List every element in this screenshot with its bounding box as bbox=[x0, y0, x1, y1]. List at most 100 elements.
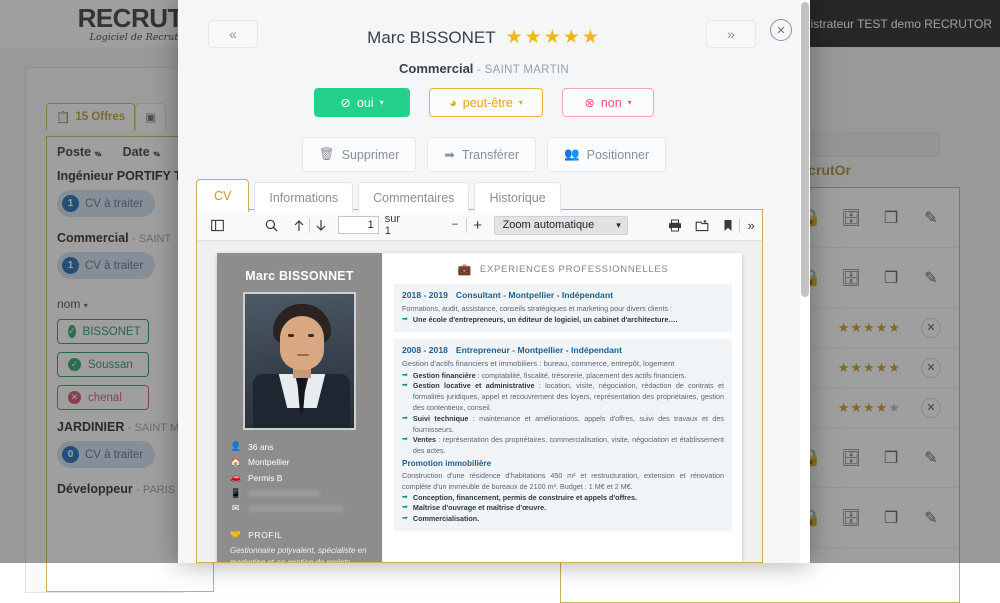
tab-commentaires[interactable]: Commentaires bbox=[358, 182, 470, 213]
phone-icon: 📱 bbox=[230, 487, 242, 498]
redacted-value bbox=[248, 505, 344, 512]
printer-icon[interactable] bbox=[664, 219, 686, 232]
page-count-label: sur 1 bbox=[384, 213, 401, 237]
chevron-down-icon: ▾ bbox=[379, 98, 384, 107]
cv-job-bullet: ➡ Ventes : représentation des propriétai… bbox=[402, 435, 724, 456]
cv-detail-city: 🏠 Montpellier bbox=[230, 456, 290, 468]
arrow-bullet-icon: ➡ bbox=[402, 515, 408, 523]
decision-peut-etre-button[interactable]: ◕ peut-être ▾ bbox=[429, 88, 543, 117]
tab-cv[interactable]: CV bbox=[196, 179, 250, 212]
chevron-down-icon: ▾ bbox=[518, 98, 523, 107]
home-icon: 🏠 bbox=[230, 456, 242, 467]
modal-scrollbar-thumb[interactable] bbox=[801, 2, 809, 297]
decision-peut-etre-label: peut-être bbox=[462, 95, 513, 110]
cv-job-entry: 2008 - 2018 Entrepreneur - Montpellier - … bbox=[394, 338, 732, 531]
arrow-bullet-icon: ➡ bbox=[402, 414, 408, 422]
cv-left-column: Marc BISSONNET 👤 36 ans 🏠 Montpellier 🚗 … bbox=[217, 253, 382, 562]
decision-non-button[interactable]: ⊗ non ▾ bbox=[562, 88, 654, 117]
tab-informations[interactable]: Informations bbox=[254, 182, 354, 213]
cv-detail-licence: 🚗 Permis B bbox=[230, 472, 283, 483]
zoom-in-button[interactable]: + bbox=[467, 217, 489, 234]
supprimer-button[interactable]: 🗑 Supprimer bbox=[301, 137, 417, 172]
tab-historique[interactable]: Historique bbox=[474, 182, 561, 213]
pdf-scrollbar[interactable] bbox=[753, 241, 762, 562]
cv-job-bullet: ➡ Une école d'entrepreneurs, un éditeur … bbox=[402, 314, 678, 324]
arrow-bullet-icon: ➡ bbox=[402, 382, 408, 390]
candidate-detail-modal: « » ✕ Marc BISSONET ★★★★★ Commercial - S… bbox=[178, 0, 810, 563]
zoom-level-value: Zoom automatique bbox=[502, 219, 595, 231]
decision-buttons: ⊘ oui ▾ ◕ peut-être ▾ ⊗ non ▾ bbox=[178, 88, 790, 117]
cv-job-section2-intro: Construction d'une résidence d'habitatio… bbox=[402, 470, 724, 491]
envelope-icon: ✉ bbox=[231, 503, 240, 513]
candidate-job-line: Commercial - SAINT MARTIN bbox=[178, 61, 790, 76]
cv-job-title: 2018 - 2019 Consultant - Montpellier - In… bbox=[402, 290, 613, 300]
cv-profile-heading: 🤝 PROFIL bbox=[230, 529, 283, 540]
modal-scrollbar-track[interactable] bbox=[800, 0, 810, 563]
candidate-job-title: Commercial bbox=[399, 61, 474, 76]
pdf-page: Marc BISSONNET 👤 36 ans 🏠 Montpellier 🚗 … bbox=[217, 253, 742, 562]
zoom-level-select[interactable]: Zoom automatique ▾ bbox=[493, 215, 628, 235]
transferer-button[interactable]: ➡ Transférer bbox=[427, 137, 537, 172]
positionner-button[interactable]: 👥 Positionner bbox=[547, 137, 667, 172]
add-people-icon: 👥 bbox=[564, 147, 580, 161]
arrow-bullet-icon: ➡ bbox=[402, 371, 408, 379]
chevron-down-icon: ▾ bbox=[616, 219, 621, 230]
detail-tabs: CV Informations Commentaires Historique bbox=[196, 179, 561, 213]
cv-profile-text: Gestionnaire polyvalent, spécialiste en … bbox=[230, 546, 367, 562]
positionner-label: Positionner bbox=[586, 147, 650, 162]
cv-job-bullet: ➡ Conception, financement, permis de con… bbox=[402, 492, 638, 502]
cv-right-column: 💼 EXPERIENCES PROFESSIONNELLES 2018 - 20… bbox=[382, 253, 742, 562]
cv-job-bullet: ➡ Suivi technique : maintenance et améli… bbox=[402, 413, 724, 434]
person-icon: 👤 bbox=[230, 441, 242, 451]
cv-job-bullet: ➡ Maîtrise d'ouvrage et maîtrise d'œuvre… bbox=[402, 503, 547, 513]
cv-job-entry: 2018 - 2019 Consultant - Montpellier - In… bbox=[394, 284, 732, 332]
trash-icon: 🗑 bbox=[318, 147, 335, 161]
supprimer-label: Supprimer bbox=[341, 147, 400, 162]
arrow-bullet-icon: ➡ bbox=[402, 504, 408, 512]
page-number-input[interactable]: 1 bbox=[338, 216, 379, 234]
briefcase-icon: 💼 bbox=[457, 264, 472, 276]
pdf-viewer-panel: 1 sur 1 − + Zoom automatique ▾ » Marc BI… bbox=[196, 209, 763, 563]
pdf-page-viewport[interactable]: Marc BISSONNET 👤 36 ans 🏠 Montpellier 🚗 … bbox=[197, 241, 762, 562]
candidate-portrait-photo bbox=[243, 292, 356, 430]
double-chevron-right-icon[interactable]: » bbox=[740, 218, 762, 233]
cv-job-title: 2008 - 2018 Entrepreneur - Montpellier - … bbox=[402, 344, 623, 355]
arrow-down-icon[interactable] bbox=[310, 219, 332, 232]
decision-oui-label: oui bbox=[356, 95, 374, 110]
redacted-value bbox=[248, 489, 320, 497]
car-icon: 🚗 bbox=[230, 472, 242, 482]
cv-job-bullet: ➡ Commercialisation. bbox=[402, 514, 480, 524]
cv-detail-age: 👤 36 ans bbox=[230, 441, 274, 452]
bookmark-icon[interactable] bbox=[717, 219, 739, 232]
chevron-down-icon: ▾ bbox=[627, 98, 632, 107]
cv-job-section2-title: Promotion immobilière bbox=[402, 458, 492, 468]
clock-icon: ◕ bbox=[449, 95, 457, 110]
decision-oui-button[interactable]: ⊘ oui ▾ bbox=[314, 88, 410, 117]
candidate-rating-stars[interactable]: ★★★★★ bbox=[506, 26, 601, 49]
cv-detail-email-redacted: ✉ bbox=[230, 503, 369, 514]
search-icon[interactable] bbox=[261, 219, 283, 232]
arrow-up-icon[interactable] bbox=[288, 219, 310, 232]
cv-job-section-title: Gestion d'actifs financiers et immobilie… bbox=[402, 358, 675, 368]
save-icon[interactable] bbox=[691, 219, 713, 232]
decision-non-label: non bbox=[600, 95, 622, 110]
zoom-out-button[interactable]: − bbox=[444, 219, 466, 231]
x-circle-icon: ⊗ bbox=[584, 96, 595, 110]
handshake-icon: 🤝 bbox=[230, 529, 242, 539]
transferer-label: Transférer bbox=[461, 147, 520, 162]
pdf-toolbar: 1 sur 1 − + Zoom automatique ▾ » bbox=[197, 210, 762, 241]
cv-detail-phone-redacted: 📱 bbox=[230, 488, 369, 499]
cv-job-bullet: ➡ Gestion financière : comptabilité, fis… bbox=[402, 370, 687, 380]
cv-experience-heading: 💼 EXPERIENCES PROFESSIONNELLES bbox=[457, 264, 669, 276]
cv-candidate-name: Marc BISSONNET bbox=[245, 269, 354, 283]
sidebar-toggle-icon[interactable] bbox=[207, 219, 229, 232]
candidate-header: Marc BISSONET ★★★★★ bbox=[178, 26, 790, 49]
cv-job-intro: Formations, audit, assistance, conseils … bbox=[402, 304, 673, 313]
check-circle-icon: ⊘ bbox=[340, 96, 351, 110]
arrow-bullet-icon: ➡ bbox=[402, 436, 408, 444]
arrow-bullet-icon: ➡ bbox=[402, 315, 408, 323]
action-buttons: 🗑 Supprimer ➡ Transférer 👥 Positionner bbox=[178, 137, 790, 172]
arrow-bullet-icon: ➡ bbox=[402, 493, 408, 501]
candidate-name: Marc BISSONET bbox=[367, 27, 496, 47]
candidate-job-city: - SAINT MARTIN bbox=[477, 64, 569, 76]
